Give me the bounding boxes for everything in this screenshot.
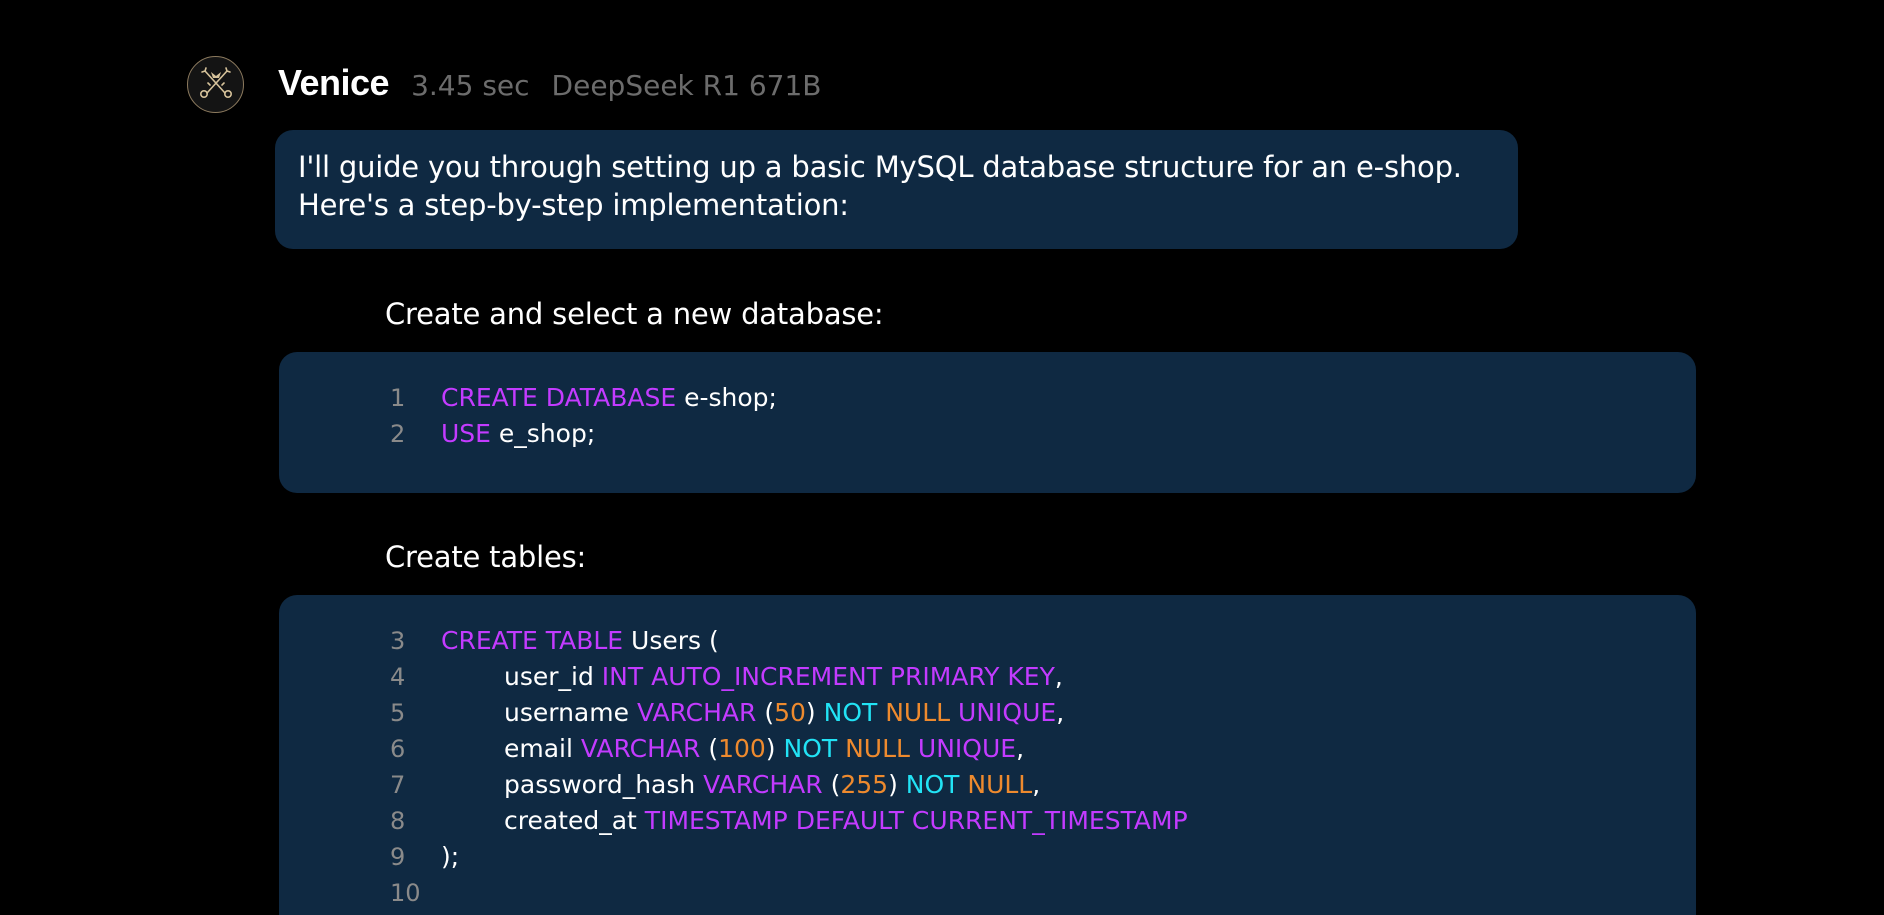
code-token: , [1054, 662, 1063, 691]
sender-name: Venice [278, 62, 390, 103]
code-token: 255 [840, 770, 889, 799]
code-token: password_hash [504, 770, 704, 799]
code-token: NOT [823, 698, 878, 727]
code-token: Users ( [623, 626, 719, 655]
code-token: CREATE DATABASE [441, 383, 677, 412]
line-number: 8 [390, 807, 406, 835]
code-text: ); [441, 839, 459, 875]
model-name: DeepSeek R1 671B [551, 69, 822, 102]
section-heading-create-tables: Create tables: [385, 540, 587, 574]
chat-window: Venice 3.45 sec DeepSeek R1 671B I'll gu… [0, 0, 1884, 915]
code-token: , [1016, 734, 1025, 763]
line-number: 3 [390, 627, 406, 655]
code-token: email [504, 734, 581, 763]
line-number: 9 [390, 843, 406, 871]
response-time: 3.45 sec [411, 69, 530, 102]
code-token: CREATE TABLE [441, 626, 624, 655]
code-token: user_id [504, 662, 602, 691]
code-token: USE [441, 419, 491, 448]
venice-avatar [187, 56, 244, 113]
code-token: UNIQUE [917, 734, 1017, 763]
code-token: , [1056, 698, 1065, 727]
line-number: 6 [390, 735, 406, 763]
code-token: NOT [905, 770, 960, 799]
section-heading-create-database: Create and select a new database: [385, 297, 884, 331]
code-token: ) [765, 734, 784, 763]
message-intro: I'll guide you through setting up a basi… [298, 150, 1462, 222]
code-token: ) [888, 770, 906, 799]
crossed-keys-icon [196, 62, 236, 107]
code-token: NULL [967, 770, 1033, 799]
code-token: INT AUTO_INCREMENT PRIMARY KEY [601, 662, 1055, 691]
message-bubble: I'll guide you through setting up a basi… [275, 130, 1518, 249]
code-text: user_id INT AUTO_INCREMENT PRIMARY KEY, [441, 659, 1063, 695]
code-token: NOT [783, 734, 838, 763]
code-token: TIMESTAMP DEFAULT CURRENT_TIMESTAMP [644, 806, 1188, 835]
code-token: e-shop; [676, 383, 777, 412]
code-block-create-tables[interactable]: 3 CREATE TABLE Users ( 4 user_id INT AUTO_I… [279, 595, 1696, 915]
code-token: ( [822, 770, 841, 799]
line-number: 4 [390, 663, 406, 691]
code-token: created_at [504, 806, 645, 835]
code-text: created_at TIMESTAMP DEFAULT CURRENT_TIM… [441, 803, 1188, 839]
code-token: NULL [885, 698, 951, 727]
code-text: username VARCHAR (50) NOT NULL UNIQUE, [441, 695, 1064, 731]
code-text: USE e_shop; [441, 416, 595, 452]
code-token: UNIQUE [958, 698, 1057, 727]
code-token: ( [756, 698, 775, 727]
message-header: Venice 3.45 sec DeepSeek R1 671B [278, 62, 822, 110]
code-token: VARCHAR [580, 734, 701, 763]
code-token: , [1032, 770, 1041, 799]
code-token: VARCHAR [636, 698, 757, 727]
code-token: 100 [718, 734, 766, 763]
line-number: 10 [390, 879, 421, 907]
code-token: ) [805, 698, 824, 727]
code-token: ( [700, 734, 719, 763]
line-number: 2 [390, 420, 406, 448]
code-text: email VARCHAR (100) NOT NULL UNIQUE, [441, 731, 1024, 767]
code-token: 50 [774, 698, 806, 727]
code-text: CREATE TABLE Users ( [441, 623, 719, 659]
code-token: VARCHAR [703, 770, 823, 799]
code-token: username [504, 698, 637, 727]
code-token: ); [441, 842, 460, 871]
line-number: 7 [390, 771, 406, 799]
line-number: 5 [390, 699, 406, 727]
code-token: NULL [845, 734, 910, 763]
code-token: e_shop; [490, 419, 596, 448]
code-text: CREATE DATABASE e-shop; [441, 380, 777, 416]
code-text: password_hash VARCHAR (255) NOT NULL, [441, 767, 1040, 803]
code-block-create-database[interactable]: 1 CREATE DATABASE e-shop; 2 USE e_shop; [279, 352, 1696, 493]
line-number: 1 [390, 384, 406, 412]
